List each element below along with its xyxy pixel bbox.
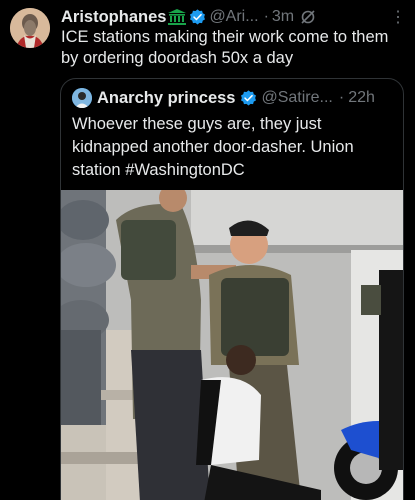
- verified-badge-icon: [190, 8, 206, 24]
- author-handle[interactable]: @Ari...: [209, 8, 258, 26]
- author-name[interactable]: Aristophanes: [61, 8, 166, 27]
- separator-dot: ·: [338, 89, 345, 106]
- verified-badge-icon: [241, 89, 257, 105]
- quoted-time[interactable]: 22h: [348, 89, 375, 107]
- tweet-time[interactable]: 3m: [272, 8, 294, 26]
- author-avatar[interactable]: [10, 8, 50, 48]
- quoted-text: Whoever these guys are, they just kidnap…: [72, 115, 354, 179]
- separator-dot: ·: [263, 8, 269, 25]
- classical-building-icon: [168, 9, 187, 25]
- grok-icon[interactable]: [300, 9, 316, 25]
- quoted-photo[interactable]: [61, 190, 403, 500]
- quoted-author-name[interactable]: Anarchy princess: [97, 89, 235, 108]
- tweet-header: Aristophanes @Ari... · 3m ⋮: [61, 6, 409, 28]
- quoted-author-avatar[interactable]: [72, 88, 92, 108]
- tweet-text: ICE stations making their work come to t…: [61, 28, 389, 67]
- quoted-tweet[interactable]: Anarchy princess @Satire... · 22h Whoeve…: [60, 78, 404, 500]
- more-icon[interactable]: ⋮: [390, 7, 406, 27]
- quoted-header: Anarchy princess @Satire... · 22h: [72, 88, 395, 108]
- quoted-author-handle[interactable]: @Satire...: [261, 89, 332, 107]
